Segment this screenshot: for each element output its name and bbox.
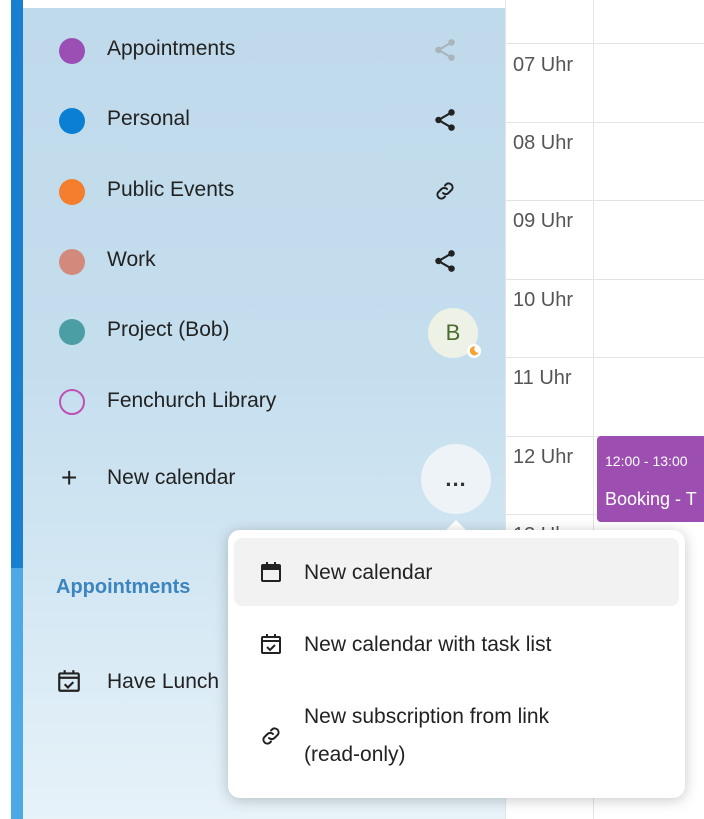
divider [505,357,704,358]
calendar-item-project-bob[interactable]: Project (Bob) B [23,306,505,358]
calendar-event[interactable]: 12:00 - 13:00 Booking - T [597,436,704,522]
window-edge [0,0,11,819]
link-icon[interactable] [431,177,459,205]
hour-label: 08 Uhr [513,132,574,154]
calendar-label: Public Events [107,178,235,201]
new-calendar-menu: New calendar New calendar with task list… [228,530,685,798]
calendar-color-dot[interactable] [59,108,85,134]
calendar-color-dot[interactable] [59,389,85,415]
menu-item-label-secondary: (read-only) [304,743,406,766]
calendar-icon [258,559,284,585]
divider [505,279,704,280]
more-actions-button[interactable]: ... [421,444,491,514]
divider [505,200,704,201]
hour-label: 09 Uhr [513,210,574,232]
hour-label: 12 Uhr [513,446,574,468]
menu-item-label: New calendar with task list [304,633,552,656]
accent-bar [11,0,23,568]
calendar-item-work[interactable]: Work [23,236,505,286]
divider [505,122,704,123]
plus-icon[interactable]: + [61,464,77,492]
share-icon[interactable] [431,247,459,275]
calendar-color-dot[interactable] [59,249,85,275]
share-icon[interactable] [431,106,459,134]
calendar-label: Personal [107,107,190,130]
calendar-item-appointments[interactable]: Appointments [23,25,505,75]
task-label: Have Lunch [107,670,220,693]
calendar-check-icon [56,668,82,699]
menu-item-new-calendar-with-task-list[interactable]: New calendar with task list [234,610,679,678]
calendar-label: Work [107,248,156,271]
divider [505,43,704,44]
new-calendar-button[interactable]: New calendar [107,466,235,490]
menu-item-label: New calendar [304,561,433,584]
calendar-label: Fenchurch Library [107,389,277,412]
calendar-label: Project (Bob) [107,318,230,341]
link-icon [258,723,284,749]
hour-label: 10 Uhr [513,289,574,311]
calendar-check-icon [258,631,284,657]
calendar-item-public-events[interactable]: Public Events [23,166,505,216]
calendar-color-dot[interactable] [59,179,85,205]
hour-label: 11 Uhr [513,367,572,389]
calendar-item-fenchurch-library[interactable]: Fenchurch Library [23,377,505,427]
menu-item-new-calendar[interactable]: New calendar [234,538,679,606]
event-title: Booking - T [605,489,697,509]
calendar-label: Appointments [107,37,236,60]
share-icon[interactable] [431,36,459,64]
calendar-item-personal[interactable]: Personal [23,95,505,145]
calendar-color-dot[interactable] [59,38,85,64]
menu-item-new-subscription[interactable]: New subscription from link (read-only) [234,686,679,786]
appointments-section-heading[interactable]: Appointments [56,576,190,599]
status-moon-icon [467,344,481,358]
menu-item-label: New subscription from link [304,705,550,728]
accent-bar-lower [11,568,23,819]
calendar-color-dot[interactable] [59,319,85,345]
event-time: 12:00 - 13:00 [605,453,688,469]
hour-label: 07 Uhr [513,54,574,76]
